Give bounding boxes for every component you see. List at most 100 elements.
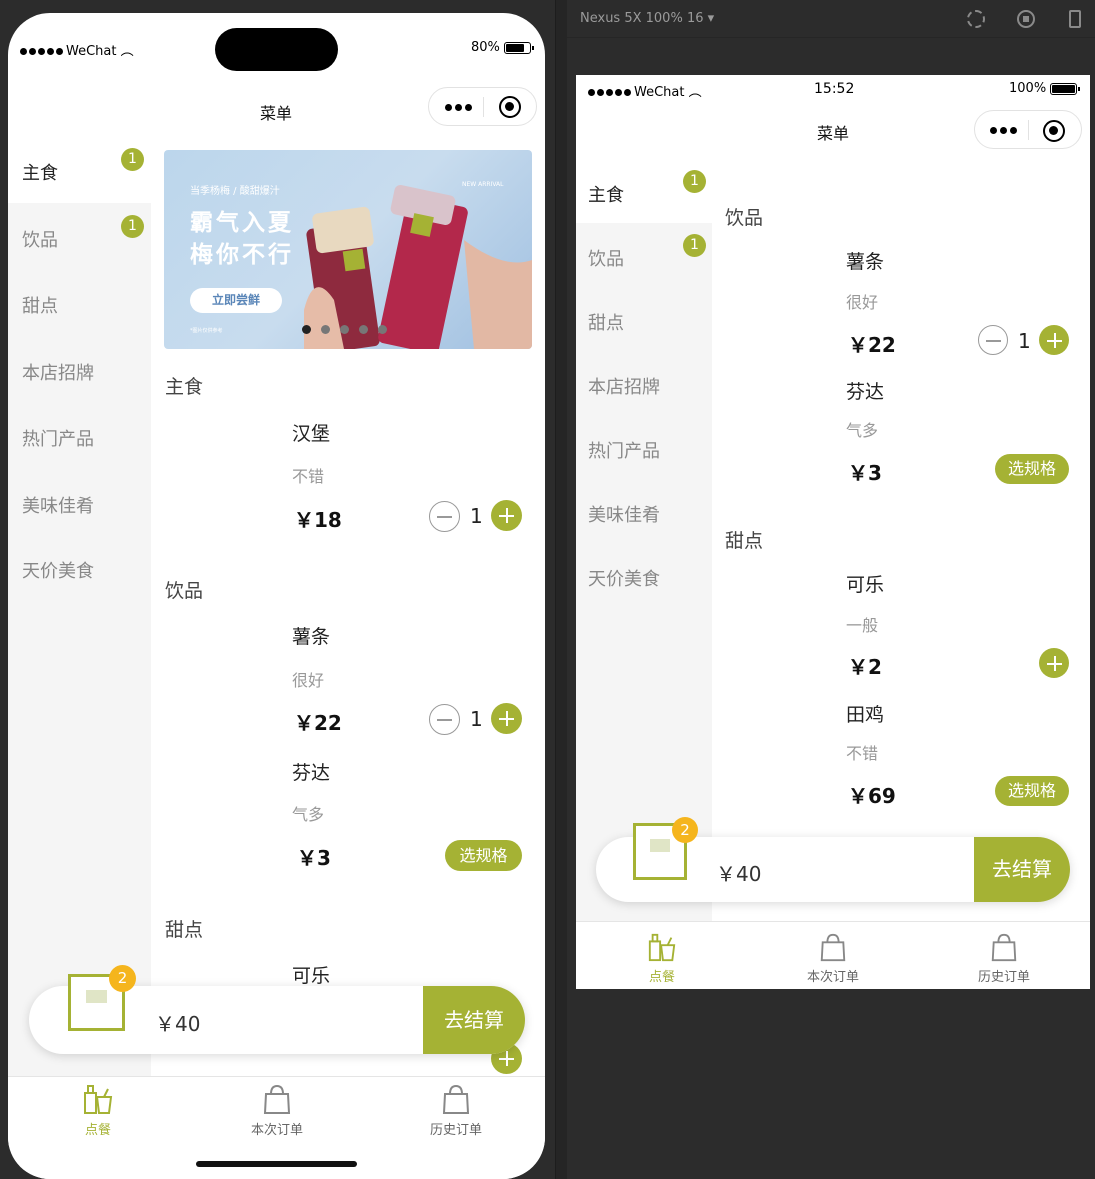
tab-order[interactable]: 点餐 bbox=[58, 1083, 138, 1138]
tab-history-order[interactable]: 历史订单 bbox=[964, 932, 1044, 985]
sidebar-item-staple[interactable]: 主食 1 bbox=[576, 159, 712, 223]
more-icon[interactable] bbox=[990, 127, 1017, 134]
status-time: 15:52 bbox=[814, 81, 855, 97]
sidebar-item-dessert[interactable]: 甜点 bbox=[8, 270, 151, 337]
close-program-icon[interactable] bbox=[499, 96, 521, 118]
item-name: 田鸡 bbox=[846, 704, 885, 726]
device-icon[interactable] bbox=[1069, 10, 1081, 28]
item-price: ￥3 bbox=[848, 461, 882, 485]
checkout-button[interactable]: 去结算 bbox=[974, 837, 1070, 902]
count-badge: 1 bbox=[683, 170, 706, 193]
category-sidebar: 主食 1 饮品 1 甜点 本店招牌 热门产品 美味佳肴 天价美食 bbox=[8, 136, 151, 1077]
section-title-staple: 主食 bbox=[165, 376, 204, 398]
mini-program-capsule bbox=[428, 87, 537, 126]
item-desc: 很好 bbox=[292, 671, 325, 690]
choose-spec-button[interactable]: 选规格 bbox=[995, 454, 1069, 484]
bag-icon bbox=[820, 933, 846, 962]
increase-button[interactable] bbox=[1039, 325, 1069, 355]
status-battery: 80% bbox=[471, 40, 535, 55]
choose-spec-button[interactable]: 选规格 bbox=[445, 840, 522, 871]
status-carrier: WeChat ︵ bbox=[20, 40, 134, 59]
sidebar-item-drinks[interactable]: 饮品 1 bbox=[576, 223, 712, 287]
battery-icon bbox=[504, 41, 535, 54]
window-divider bbox=[555, 0, 567, 1179]
wifi-icon: ︵ bbox=[684, 85, 702, 100]
sidebar-item-signature[interactable]: 本店招牌 bbox=[576, 351, 712, 415]
category-sidebar: 主食 1 饮品 1 甜点 本店招牌 热门产品 美味佳肴 天价美食 bbox=[576, 159, 712, 921]
device-selector[interactable]: Nexus 5X 100% 16 ▾ bbox=[580, 11, 714, 26]
increase-button[interactable] bbox=[491, 500, 522, 531]
decrease-button[interactable] bbox=[429, 501, 460, 532]
item-qty: 1 bbox=[470, 504, 483, 528]
try-now-button[interactable]: 立即尝鲜 bbox=[190, 288, 282, 313]
sidebar-item-delicacy[interactable]: 美味佳肴 bbox=[8, 471, 151, 538]
item-qty: 1 bbox=[470, 707, 483, 731]
item-desc: 一般 bbox=[846, 616, 879, 635]
tab-history-order[interactable]: 历史订单 bbox=[416, 1083, 496, 1138]
tab-current-order[interactable]: 本次订单 bbox=[793, 932, 873, 985]
sidebar-item-staple[interactable]: 主食 1 bbox=[8, 136, 151, 203]
simulator-screen: WeChat ︵ 15:52 100% 菜单 主食 1 饮品 1 甜点 本店招牌… bbox=[576, 75, 1090, 989]
item-name: 芬达 bbox=[846, 381, 885, 403]
drink-icon bbox=[84, 1085, 113, 1114]
signal-icon bbox=[20, 48, 63, 55]
item-name: 可乐 bbox=[292, 965, 331, 987]
sidebar-item-signature[interactable]: 本店招牌 bbox=[8, 337, 151, 404]
sidebar-item-hot[interactable]: 热门产品 bbox=[576, 415, 712, 479]
nav-title: 菜单 bbox=[260, 104, 293, 123]
cart-count-badge: 2 bbox=[109, 965, 136, 992]
status-carrier: WeChat ︵ bbox=[588, 81, 702, 100]
increase-button[interactable] bbox=[1039, 648, 1069, 678]
item-price: ￥22 bbox=[294, 711, 342, 735]
close-program-icon[interactable] bbox=[1043, 120, 1065, 142]
dynamic-island bbox=[215, 28, 338, 71]
item-price: ￥2 bbox=[848, 655, 882, 679]
decrease-button[interactable] bbox=[429, 704, 460, 735]
carousel-dots[interactable] bbox=[302, 325, 387, 334]
drink-icon bbox=[648, 933, 676, 962]
more-icon[interactable] bbox=[445, 104, 472, 111]
rotate-icon[interactable] bbox=[967, 10, 985, 28]
bag-icon bbox=[991, 933, 1017, 962]
cart-total: ￥40 bbox=[155, 1012, 201, 1036]
sidebar-item-drinks[interactable]: 饮品 1 bbox=[8, 203, 151, 270]
mini-program-capsule bbox=[974, 110, 1082, 149]
section-title-dessert: 甜点 bbox=[165, 919, 204, 941]
wifi-icon: ︵ bbox=[116, 44, 134, 59]
sidebar-item-luxury[interactable]: 天价美食 bbox=[576, 543, 712, 607]
section-title-drinks: 饮品 bbox=[725, 207, 764, 229]
record-icon[interactable] bbox=[1017, 10, 1035, 28]
decrease-button[interactable] bbox=[978, 325, 1008, 355]
increase-button[interactable] bbox=[491, 703, 522, 734]
tab-bar: 点餐 本次订单 历史订单 bbox=[576, 921, 1090, 989]
item-desc: 不错 bbox=[846, 744, 879, 763]
checkout-button[interactable]: 去结算 bbox=[423, 986, 525, 1054]
cart-count-badge: 2 bbox=[672, 817, 698, 843]
cart-total: ￥40 bbox=[716, 862, 762, 886]
item-desc: 气多 bbox=[846, 421, 879, 440]
item-name: 芬达 bbox=[292, 762, 331, 784]
item-price: ￥18 bbox=[294, 508, 342, 532]
phone-preview: WeChat ︵ 80% 菜单 主食 1 饮品 1 甜点 本店招牌 热门产品 美… bbox=[8, 13, 545, 1179]
tab-order[interactable]: 点餐 bbox=[622, 932, 702, 985]
bag-icon bbox=[263, 1084, 291, 1114]
promo-banner[interactable]: 当季杨梅 / 酸甜爆汁 霸气入夏 梅你不行 立即尝鲜 NEW ARRIVAL *… bbox=[164, 150, 532, 349]
item-price: ￥3 bbox=[297, 846, 331, 870]
item-qty: 1 bbox=[1018, 329, 1031, 353]
item-name: 薯条 bbox=[846, 251, 885, 273]
item-desc: 不错 bbox=[292, 467, 325, 486]
count-badge: 1 bbox=[121, 215, 144, 238]
tab-current-order[interactable]: 本次订单 bbox=[237, 1083, 317, 1138]
simulator-toolbar: Nexus 5X 100% 16 ▾ bbox=[567, 0, 1095, 38]
sidebar-item-delicacy[interactable]: 美味佳肴 bbox=[576, 479, 712, 543]
section-title-dessert: 甜点 bbox=[725, 530, 764, 552]
nav-title: 菜单 bbox=[817, 124, 850, 143]
section-title-drinks: 饮品 bbox=[165, 580, 204, 602]
item-price: ￥69 bbox=[848, 784, 896, 808]
choose-spec-button[interactable]: 选规格 bbox=[995, 776, 1069, 806]
item-name: 可乐 bbox=[846, 574, 885, 596]
sidebar-item-hot[interactable]: 热门产品 bbox=[8, 404, 151, 471]
sidebar-item-luxury[interactable]: 天价美食 bbox=[8, 538, 151, 605]
count-badge: 1 bbox=[121, 148, 144, 171]
sidebar-item-dessert[interactable]: 甜点 bbox=[576, 287, 712, 351]
